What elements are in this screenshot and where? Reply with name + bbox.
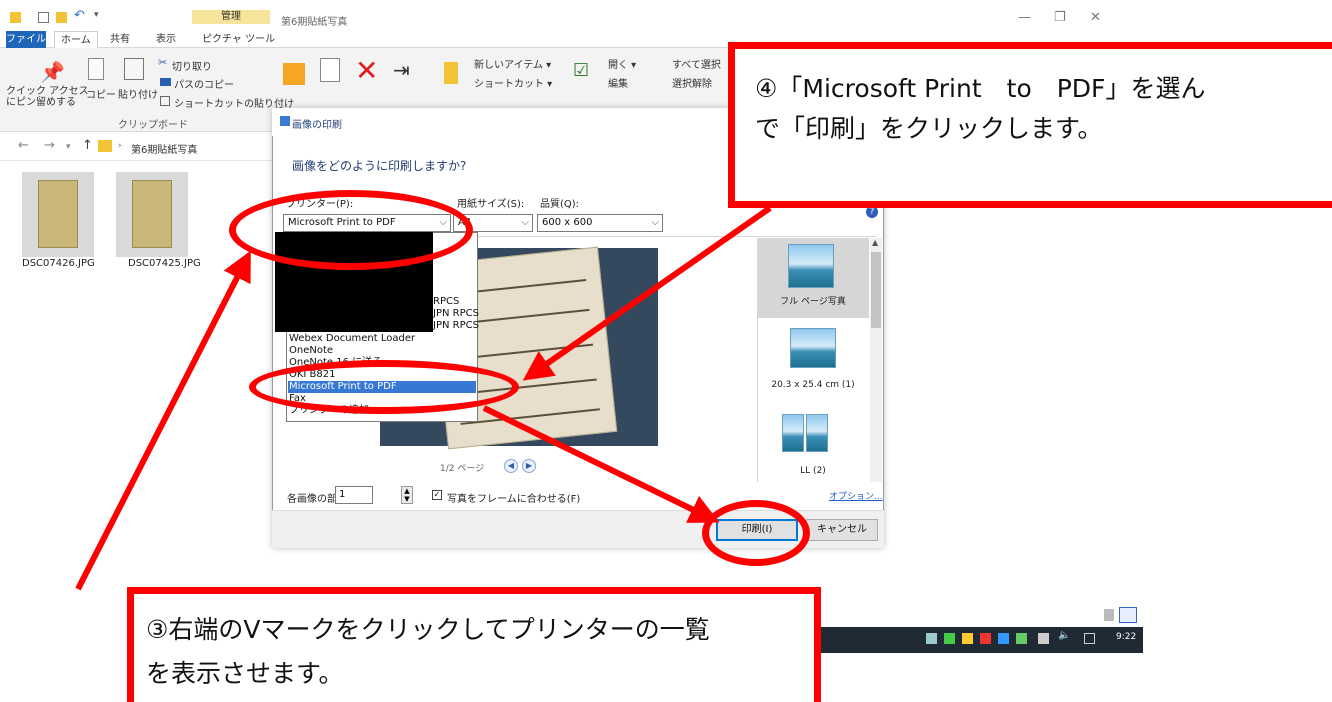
callout-step-4-line: で「印刷」をクリックします。 xyxy=(755,114,1103,143)
callout-step-3: ③右端のVマークをクリックしてプリンターの一覧 を表示させます。 xyxy=(127,587,821,702)
arrow-to-printer-combo xyxy=(75,250,251,591)
highlight-ring-pdf xyxy=(249,360,519,414)
highlight-ring-printer xyxy=(229,190,473,270)
callout-step-4: ④「Microsoft Print to PDF」を選ん で「印刷」をクリックし… xyxy=(728,42,1332,208)
callout-step-4-line: ④「Microsoft Print to PDF」を選ん xyxy=(755,74,1206,103)
screenshot-root: ↶ ▾ 管理 第6期貼紙写真 — ❐ ✕ ファイル ホーム 共有 表示 ピクチャ… xyxy=(0,0,1332,702)
arrow-to-pdf-option xyxy=(522,205,772,381)
arrow-to-print-button xyxy=(482,405,720,523)
highlight-ring-print-button xyxy=(702,500,810,566)
callout-step-3-line: ③右端のVマークをクリックしてプリンターの一覧 xyxy=(146,615,710,644)
callout-step-3-line: を表示させます。 xyxy=(146,659,344,688)
